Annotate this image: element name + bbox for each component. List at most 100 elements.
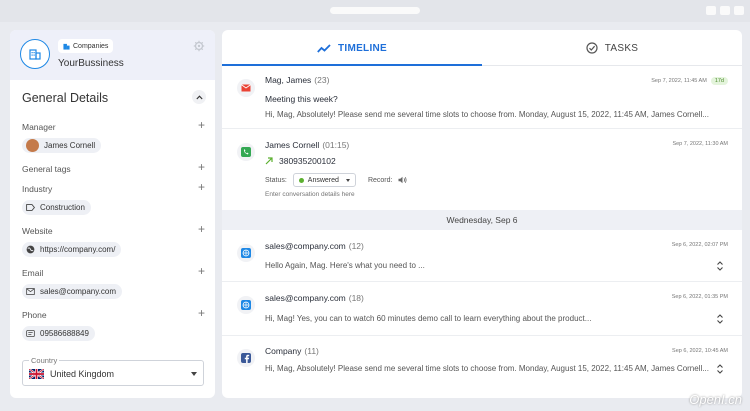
email-item-date: Sep 7, 2022, 11:45 AM 17d	[651, 77, 728, 85]
add-tag-button[interactable]: +	[198, 161, 205, 173]
call-status-select[interactable]: Answered	[292, 173, 356, 187]
expand-icon[interactable]	[716, 260, 724, 272]
speaker-icon[interactable]	[398, 176, 407, 184]
chat-item-title: Company (11)	[265, 346, 319, 356]
manager-label: Manager	[22, 122, 56, 132]
call-status-row: Status: Answered Record:	[265, 173, 407, 187]
manager-section: Manager + James Cornell	[22, 119, 205, 157]
manager-chip[interactable]: James Cornell	[22, 138, 102, 153]
timeline-chat-item[interactable]: sales@company.com (12) Sep 6, 2022, 02:07…	[222, 230, 742, 282]
watermark: OpenI.cn	[689, 392, 742, 407]
outgoing-call-icon	[265, 157, 273, 165]
day-separator: Wednesday, Sep 6	[222, 210, 742, 230]
email-section: Email + sales@company.com	[22, 265, 205, 300]
chat-item-date: Sep 6, 2022, 02:07 PM	[671, 242, 728, 248]
window-controls	[706, 6, 744, 15]
add-phone-button[interactable]: +	[198, 307, 205, 319]
phone-section: Phone + 09586688849	[22, 307, 205, 342]
address-bar[interactable]	[330, 7, 420, 14]
tab-tasks[interactable]: TASKS	[482, 30, 742, 66]
gear-icon[interactable]	[193, 40, 205, 52]
expand-icon[interactable]	[716, 363, 724, 375]
website-chip[interactable]: https://company.com/	[22, 242, 122, 257]
tab-tasks-label: TASKS	[604, 42, 639, 54]
website-section: Website + https://company.com/	[22, 223, 205, 259]
phone-call-icon	[237, 143, 255, 161]
website-value: https://company.com/	[40, 245, 116, 254]
browser-topbar	[0, 0, 750, 22]
add-industry-button[interactable]: +	[198, 181, 205, 193]
email-label: Email	[22, 268, 44, 278]
company-name: YourBussiness	[58, 58, 124, 69]
general-tags-section: General tags +	[22, 161, 205, 174]
general-tags-label: General tags	[22, 164, 71, 174]
website-label: Website	[22, 226, 53, 236]
expand-icon[interactable]	[716, 313, 724, 325]
industry-section: Industry + Construction	[22, 181, 205, 216]
phone-label: Phone	[22, 310, 47, 320]
dropdown-caret-icon	[345, 178, 350, 182]
chat-item-preview: Hi, Mag, Absolutely! Please send me seve…	[265, 364, 709, 373]
industry-chip[interactable]: Construction	[22, 200, 91, 215]
tab-timeline[interactable]: TIMELINE	[222, 30, 482, 66]
mail-icon	[26, 288, 35, 295]
industry-value: Construction	[40, 203, 85, 212]
gmail-icon	[237, 79, 255, 97]
trend-icon	[317, 43, 331, 53]
timeline-chat-item[interactable]: sales@company.com (18) Sep 6, 2022, 01:35…	[222, 282, 742, 336]
email-subject: Meeting this week?	[265, 94, 338, 104]
manager-name: James Cornell	[44, 141, 96, 150]
add-email-button[interactable]: +	[198, 265, 205, 277]
companies-badge[interactable]: Companies	[58, 39, 114, 53]
globe-icon	[26, 245, 35, 254]
conversation-details-input[interactable]	[265, 191, 725, 198]
call-item-title: James Cornell (01:15)	[265, 140, 350, 150]
companies-badge-label: Companies	[73, 42, 109, 50]
window-control[interactable]	[734, 6, 744, 15]
country-select[interactable]: Country United Kingdom	[22, 356, 204, 386]
timeline-chat-item[interactable]: Company (11) Sep 6, 2022, 10:45 AM Hi, Ma…	[222, 336, 742, 398]
window-control[interactable]	[720, 6, 730, 15]
country-value: United Kingdom	[50, 369, 115, 379]
call-item-date: Sep 7, 2022, 11:30 AM	[672, 141, 728, 147]
window-control[interactable]	[706, 6, 716, 15]
status-dot	[298, 177, 304, 183]
building-icon	[63, 43, 70, 50]
facebook-icon	[237, 349, 255, 367]
status-value: Answered	[307, 176, 339, 184]
call-phone-number: 380935200102	[279, 156, 336, 166]
company-details-panel: Companies YourBussiness General Details …	[10, 30, 215, 398]
message-icon	[26, 330, 35, 337]
phone-chip[interactable]: 09586688849	[22, 326, 95, 341]
email-value: sales@company.com	[40, 287, 116, 296]
tab-bar: TIMELINE TASKS	[222, 30, 742, 66]
web-chat-icon	[237, 296, 255, 314]
status-label: Status:	[265, 176, 287, 184]
email-preview: Hi, Mag, Absolutely! Please send me seve…	[265, 110, 709, 119]
chat-item-title: sales@company.com (18)	[265, 293, 364, 303]
age-badge: 17d	[710, 77, 728, 85]
email-item-title: Mag, James (23)	[265, 75, 330, 85]
uk-flag-icon	[29, 369, 44, 379]
add-website-button[interactable]: +	[198, 223, 205, 235]
chat-item-preview: Hi, Mag! Yes, you can to watch 60 minute…	[265, 314, 592, 323]
add-manager-button[interactable]: +	[198, 119, 205, 131]
dropdown-caret-icon	[191, 372, 197, 376]
chevron-up-icon	[195, 94, 203, 99]
collapse-button[interactable]	[192, 90, 206, 104]
tag-icon	[26, 204, 35, 211]
web-chat-icon	[237, 244, 255, 262]
active-tab-indicator	[222, 63, 482, 66]
phone-value: 09586688849	[40, 329, 89, 338]
timeline-panel: TIMELINE TASKS Mag, James (23) Sep 7, 202…	[222, 30, 742, 398]
country-label: Country	[29, 356, 60, 365]
email-chip[interactable]: sales@company.com	[22, 284, 122, 299]
record-label: Record:	[367, 176, 393, 184]
company-logo-icon	[20, 39, 50, 69]
industry-label: Industry	[22, 184, 53, 194]
call-phone-row: 380935200102	[265, 156, 336, 166]
timeline-email-item[interactable]: Mag, James (23) Sep 7, 2022, 11:45 AM 17d…	[222, 67, 742, 129]
company-header: Companies YourBussiness	[10, 30, 215, 80]
chat-item-preview: Hello Again, Mag. Here's what you need t…	[265, 261, 425, 270]
chat-item-title: sales@company.com (12)	[265, 241, 364, 251]
